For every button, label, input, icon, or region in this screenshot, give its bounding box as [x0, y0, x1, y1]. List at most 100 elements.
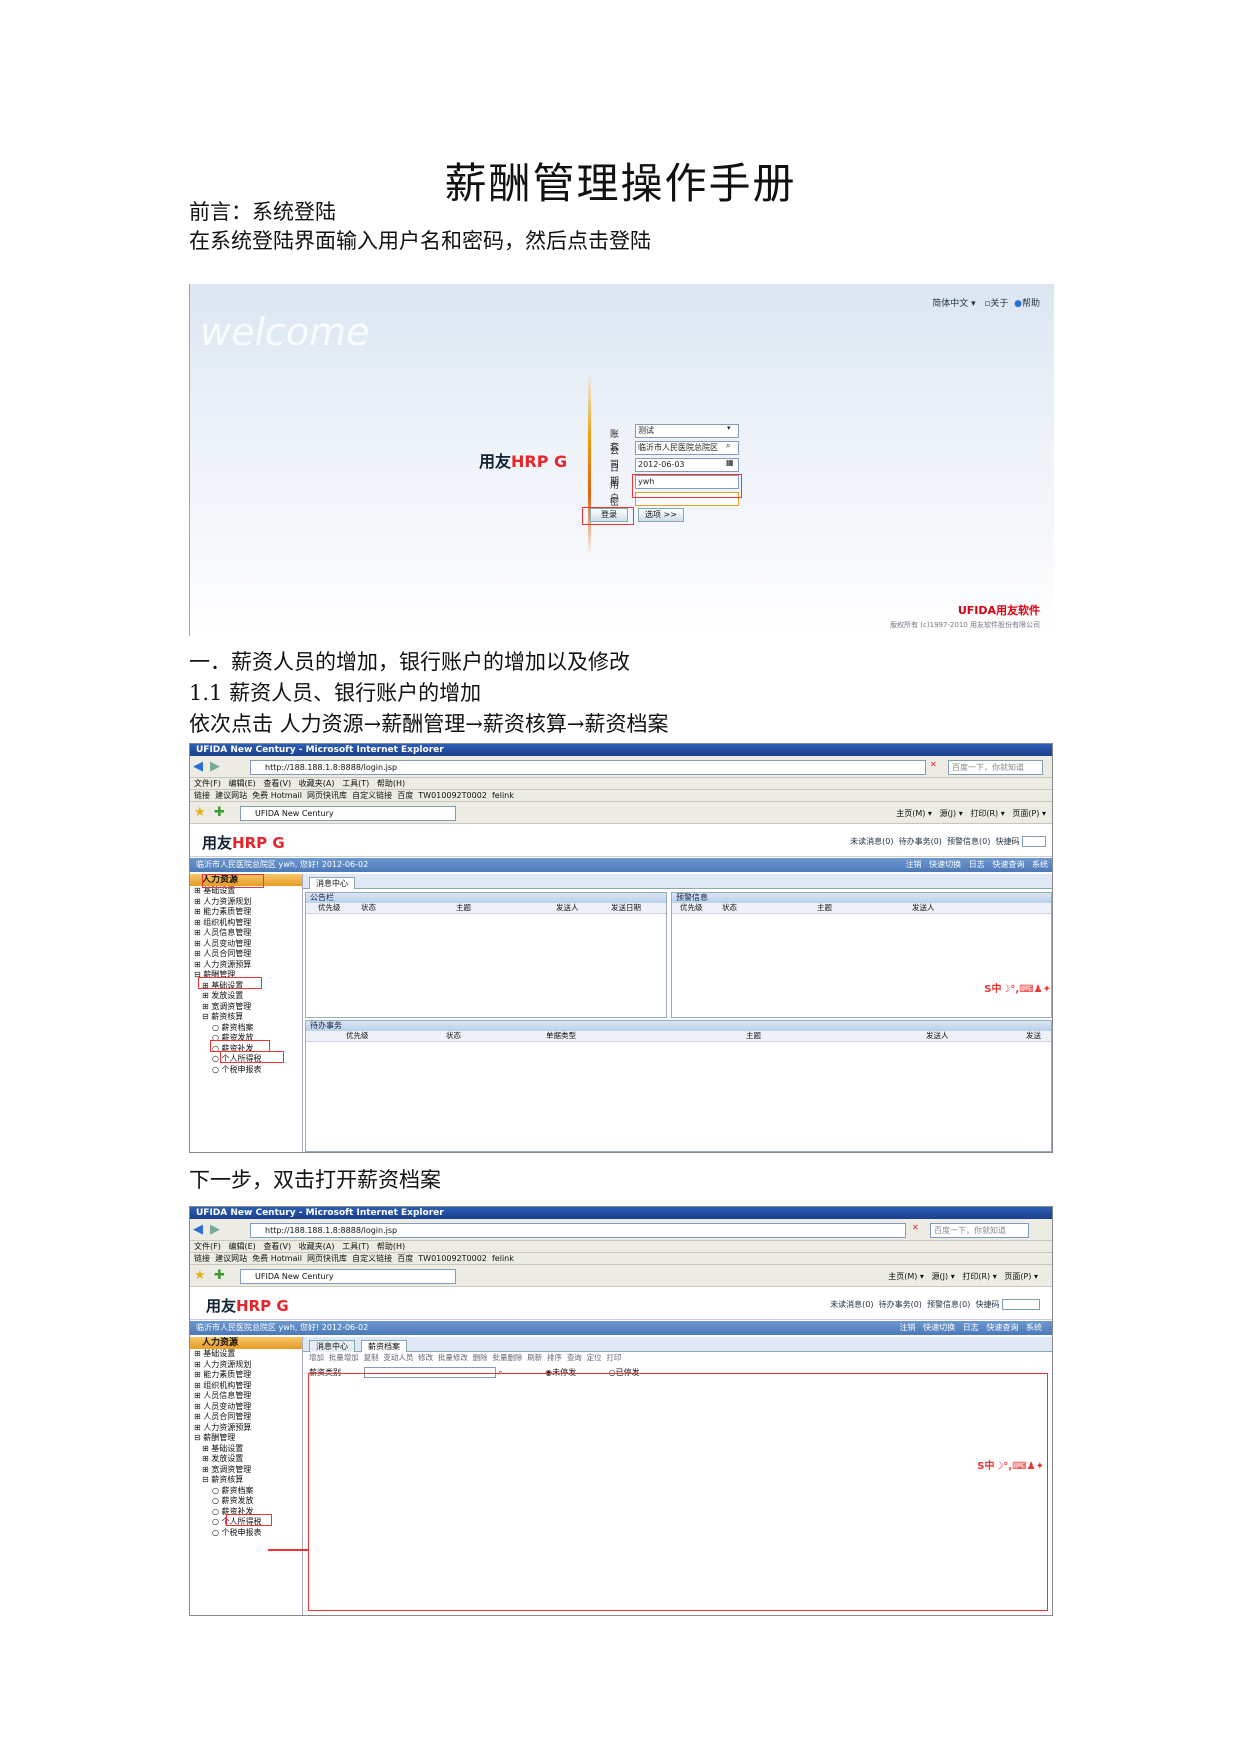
url-field[interactable]: http://188.188.1.8:8888/login.jsp — [250, 760, 926, 775]
add-favorite-icon[interactable]: ✚ — [214, 1268, 225, 1283]
alerts-link[interactable]: 预警信息(0) — [927, 1300, 970, 1309]
link-webslice[interactable]: 网页快讯库 — [307, 791, 347, 800]
menu-help[interactable]: 帮助(H) — [377, 1242, 405, 1251]
search-field[interactable]: 百度一下，你就知道 — [930, 1223, 1029, 1238]
tree-item[interactable]: ⊞ 发放设置 — [194, 1454, 302, 1465]
favorites-star-icon[interactable]: ★ — [194, 1268, 206, 1283]
tree-item[interactable]: ⊞ 基础设置 — [194, 1349, 302, 1360]
link-suggested[interactable]: 建议网站 — [215, 1254, 247, 1263]
tree-item-salary-archive[interactable]: ○ 薪资档案 — [194, 1486, 302, 1497]
shortcut-input[interactable] — [1022, 836, 1046, 847]
favorites-star-icon[interactable]: ★ — [194, 805, 206, 820]
print-button[interactable]: 打印(R) — [962, 1272, 990, 1281]
tree-item[interactable]: ○ 薪资发放 — [194, 1496, 302, 1507]
hr-module-header[interactable]: 人力资源 — [190, 1337, 302, 1349]
calendar-icon[interactable]: ▦ — [726, 458, 734, 467]
tree-item-salary-archive[interactable]: ○ 薪资档案 — [194, 1023, 302, 1034]
back-icon[interactable]: ◀ — [193, 1222, 203, 1237]
about-link[interactable]: 关于 — [990, 299, 1008, 309]
date-field[interactable]: 2012-06-03 — [635, 458, 739, 472]
tree-item[interactable]: ⊞ 人员信息管理 — [194, 1391, 302, 1402]
tree-item[interactable]: ⊞ 能力素质管理 — [194, 907, 302, 918]
tree-item[interactable]: ⊞ 基础设置 — [194, 1444, 302, 1455]
stop-icon[interactable]: ✕ — [912, 1223, 919, 1232]
tree-item[interactable]: ⊞ 人力资源预算 — [194, 960, 302, 971]
tree-item[interactable]: ⊞ 人员信息管理 — [194, 928, 302, 939]
link-tw[interactable]: TW010092T0002 — [418, 1254, 487, 1263]
tree-item[interactable]: ⊞ 组织机构管理 — [194, 918, 302, 929]
page-button[interactable]: 页面(P) — [1004, 1272, 1031, 1281]
link-felink[interactable]: felink — [492, 1254, 514, 1263]
forward-icon[interactable]: ▶ — [210, 1222, 220, 1237]
page-button[interactable]: 页面(P) — [1012, 809, 1039, 818]
tree-item[interactable]: ○ 个税申报表 — [194, 1528, 302, 1539]
tree-item-salary-calc[interactable]: ⊟ 薪资核算 — [194, 1475, 302, 1486]
unread-messages-link[interactable]: 未读消息(0) — [830, 1300, 873, 1309]
forward-icon[interactable]: ▶ — [210, 759, 220, 774]
menu-tools[interactable]: 工具(T) — [342, 779, 369, 788]
todo-link[interactable]: 待办事务(0) — [879, 1300, 922, 1309]
search-field[interactable]: 百度一下，你就知道 — [948, 760, 1043, 775]
menu-edit[interactable]: 编辑(E) — [228, 779, 255, 788]
feeds-button[interactable]: 源(J) — [932, 1272, 949, 1281]
unread-messages-link[interactable]: 未读消息(0) — [850, 837, 893, 846]
link-custom[interactable]: 自定义链接 — [352, 791, 392, 800]
ime-toolbar[interactable]: S中☽°,⌨♟✦ — [984, 980, 1051, 995]
feeds-button[interactable]: 源(J) — [940, 809, 957, 818]
tree-item[interactable]: ⊞ 人力资源规划 — [194, 897, 302, 908]
menu-favorites[interactable]: 收藏夹(A) — [299, 779, 335, 788]
tree-item[interactable]: ⊞ 发放设置 — [194, 991, 302, 1002]
tree-item[interactable]: ⊞ 能力素质管理 — [194, 1370, 302, 1381]
menu-tools[interactable]: 工具(T) — [342, 1242, 369, 1251]
tab-salary-archive[interactable]: 薪资档案 — [361, 1340, 407, 1352]
tree-item-salary-calc[interactable]: ⊟ 薪资核算 — [194, 1012, 302, 1023]
tree-item[interactable]: ⊞ 组织机构管理 — [194, 1381, 302, 1392]
link-webslice[interactable]: 网页快讯库 — [307, 1254, 347, 1263]
menu-view[interactable]: 查看(V) — [263, 1242, 291, 1251]
add-favorite-icon[interactable]: ✚ — [214, 805, 225, 820]
link-hotmail[interactable]: 免费 Hotmail — [252, 1254, 302, 1263]
stop-icon[interactable]: ✕ — [930, 760, 937, 769]
tree-item[interactable]: ⊞ 人力资源预算 — [194, 1423, 302, 1434]
language-select[interactable]: 简体中文 ▾ — [932, 299, 975, 309]
tree-item[interactable]: ⊞ 宽调资管理 — [194, 1002, 302, 1013]
link-hotmail[interactable]: 免费 Hotmail — [252, 791, 302, 800]
tree-item[interactable]: ⊞ 人员合同管理 — [194, 949, 302, 960]
menu-file[interactable]: 文件(F) — [194, 1242, 221, 1251]
tree-item-salary-mgmt[interactable]: ⊟ 薪酬管理 — [194, 1433, 302, 1444]
browser-tab[interactable]: UFIDA New Century — [240, 806, 456, 821]
link-felink[interactable]: felink — [492, 791, 514, 800]
link-baidu[interactable]: 百度 — [397, 1254, 413, 1263]
tree-item[interactable]: ⊞ 人员变动管理 — [194, 939, 302, 950]
login-button[interactable]: 登录 — [590, 508, 628, 522]
print-button[interactable]: 打印(R) — [970, 809, 998, 818]
home-button[interactable]: 主页(M) — [888, 1272, 917, 1281]
link-tw[interactable]: TW010092T0002 — [418, 791, 487, 800]
menu-edit[interactable]: 编辑(E) — [228, 1242, 255, 1251]
menu-help[interactable]: 帮助(H) — [377, 779, 405, 788]
tree-item[interactable]: ⊞ 人员合同管理 — [194, 1412, 302, 1423]
options-button[interactable]: 选项 >> — [638, 508, 684, 522]
help-link[interactable]: 帮助 — [1022, 299, 1040, 309]
menu-file[interactable]: 文件(F) — [194, 779, 221, 788]
company-field[interactable]: 临沂市人民医院总院区 — [635, 441, 739, 455]
tree-item[interactable]: ⊞ 人员变动管理 — [194, 1402, 302, 1413]
link-suggested[interactable]: 建议网站 — [215, 791, 247, 800]
search-icon[interactable]: ⌕ — [726, 441, 730, 451]
tab-message-center[interactable]: 消息中心 — [309, 1340, 355, 1352]
tree-item[interactable]: ⊞ 人力资源规划 — [194, 1360, 302, 1371]
menu-favorites[interactable]: 收藏夹(A) — [299, 1242, 335, 1251]
menu-view[interactable]: 查看(V) — [263, 779, 291, 788]
link-custom[interactable]: 自定义链接 — [352, 1254, 392, 1263]
account-set-select[interactable]: 测试 — [635, 424, 739, 438]
tree-item[interactable]: ○ 个税申报表 — [194, 1065, 302, 1076]
back-icon[interactable]: ◀ — [193, 759, 203, 774]
tree-item[interactable]: ⊞ 宽调资管理 — [194, 1465, 302, 1476]
todo-link[interactable]: 待办事务(0) — [899, 837, 942, 846]
shortcut-input[interactable] — [1002, 1299, 1040, 1310]
alerts-link[interactable]: 预警信息(0) — [947, 837, 990, 846]
link-baidu[interactable]: 百度 — [397, 791, 413, 800]
url-field[interactable]: http://188.188.1.8:8888/login.jsp — [250, 1223, 906, 1238]
browser-tab[interactable]: UFIDA New Century — [240, 1269, 456, 1284]
home-button[interactable]: 主页(M) — [896, 809, 925, 818]
